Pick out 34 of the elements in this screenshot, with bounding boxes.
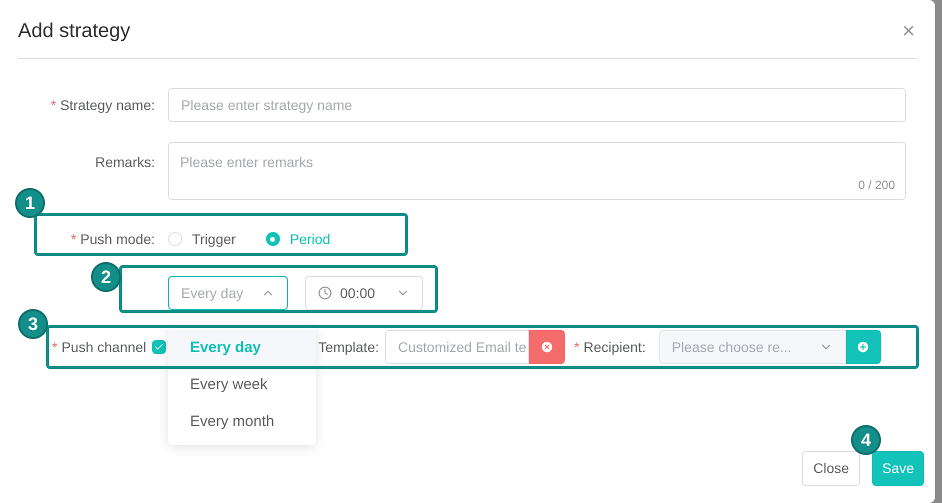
- clock-icon: [318, 286, 332, 300]
- field-label: Strategy name:: [60, 96, 155, 115]
- radio-option[interactable]: Trigger: [168, 228, 236, 250]
- field-label: Push mode:: [80, 230, 155, 248]
- time-select[interactable]: 00:00: [305, 276, 423, 310]
- required-mark: *: [70, 230, 76, 248]
- field-label: Remarks:: [95, 153, 155, 172]
- character-counter: 0 / 200: [858, 177, 895, 194]
- field-label: Recipient:: [583, 338, 646, 357]
- radio-option[interactable]: Period: [266, 228, 330, 250]
- dropdown-option[interactable]: Every day: [168, 330, 316, 367]
- add-icon: [856, 340, 870, 354]
- remove-button[interactable]: [529, 330, 565, 364]
- field-label: Template:: [318, 338, 379, 357]
- add-button[interactable]: [846, 330, 881, 364]
- period-select[interactable]: Every day: [168, 276, 288, 310]
- dropdown-option[interactable]: Every month: [168, 404, 316, 441]
- remarks-field[interactable]: Please enter remarks 0 / 200: [168, 142, 906, 200]
- recipient-select[interactable]: Please choose re...: [658, 330, 846, 364]
- required-mark: *: [50, 96, 56, 114]
- close-button[interactable]: ×: [902, 20, 915, 42]
- field-label: Push channel: [61, 338, 146, 356]
- close-button[interactable]: Close: [802, 451, 860, 486]
- check-icon: [154, 342, 164, 352]
- placeholder-text: Please enter remarks: [180, 154, 314, 170]
- save-button[interactable]: Save: [872, 451, 924, 486]
- checkbox[interactable]: [152, 340, 166, 354]
- dropdown-option[interactable]: Every week: [168, 367, 316, 404]
- dialog-title: Add strategy: [18, 19, 130, 44]
- strategy-name-field[interactable]: Please enter strategy name: [168, 88, 906, 122]
- required-mark: *: [574, 338, 580, 356]
- template-field[interactable]: Customized Email te: [385, 330, 529, 364]
- remove-icon: [540, 340, 554, 354]
- required-mark: *: [52, 338, 58, 356]
